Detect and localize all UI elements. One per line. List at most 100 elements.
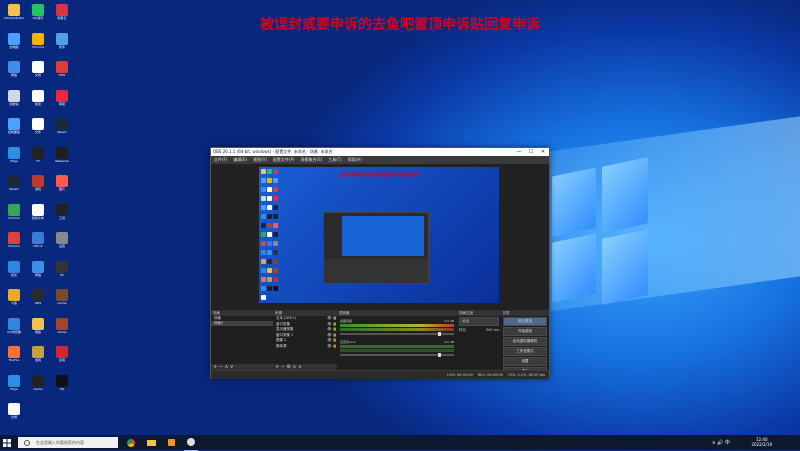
menu-tools[interactable]: 工具(T) (325, 157, 345, 163)
taskbar-obs-icon[interactable] (184, 435, 198, 451)
virtual-camera-button[interactable]: 启动虚拟摄像机 (503, 337, 547, 346)
track-level: 0.0 dB (444, 319, 454, 323)
obs-window[interactable]: OBS 26.1.1 (64-bit, windows) - 配置文件: 未命名… (210, 147, 550, 379)
menu-scene-collection[interactable]: 场景集合(S) (297, 157, 325, 163)
desktop-icon-label: 游戏 (34, 358, 41, 362)
windows-logo-wallpaper (552, 157, 648, 312)
obs-status-bar: LIVE: 00:00:00 REC: 00:00:00 CPU: 2.1%, … (211, 370, 549, 379)
menu-profile[interactable]: 配置文件(P) (270, 157, 298, 163)
maximize-button[interactable]: ☐ (525, 149, 537, 155)
desktop-icon[interactable]: 图片 (52, 175, 72, 191)
desktop-icon-label: Chrome (8, 215, 20, 220)
taskbar-chrome-icon[interactable] (124, 435, 138, 450)
desktop-icon[interactable]: 软件 (52, 32, 72, 49)
volume-slider[interactable] (340, 353, 454, 357)
menu-view[interactable]: 视图(V) (250, 157, 270, 163)
obs-title-bar[interactable]: OBS 26.1.1 (64-bit, windows) - 配置文件: 未命名… (211, 148, 549, 156)
desktop-icon[interactable]: 新建文本 (28, 203, 48, 220)
start-button[interactable] (0, 435, 14, 450)
obs-preview-area[interactable]: 被误封或要申诉的去鱼吧置顶申诉贴回复申诉 (211, 164, 549, 310)
desktop-icon[interactable]: Administrator (4, 4, 24, 20)
desktop-icon[interactable]: 文档 (4, 403, 24, 419)
preview-mini-icon (273, 259, 278, 264)
desktop-icon[interactable]: Edge (4, 374, 24, 391)
minimize-button[interactable]: — (513, 149, 525, 155)
desktop-icon-label: 文档 (34, 73, 41, 77)
desktop-icon[interactable]: Chrome (28, 32, 48, 49)
source-item[interactable]: 媒体源 👁 🔒 (273, 344, 337, 350)
desktop-icon[interactable]: 新建 (28, 89, 48, 106)
desktop-icon[interactable]: CPU-Z (28, 232, 48, 248)
desktop-icon[interactable]: TV (28, 146, 48, 163)
desktop-icon-label: 网易 (58, 101, 65, 106)
duration-input[interactable]: 300 ms (486, 328, 499, 333)
desktop-icon[interactable]: Steam (52, 118, 72, 134)
desktop-icon[interactable]: 游戏 (28, 175, 48, 191)
desktop-icon-label: CPU-Z (33, 244, 43, 248)
desktop-icon[interactable]: 网易 (52, 89, 72, 106)
scene-item-selected[interactable]: 场景2 (211, 321, 273, 326)
desktop-icon[interactable]: 斗鱼 (4, 289, 24, 305)
menu-edit[interactable]: 编辑(E) (230, 157, 250, 163)
volume-slider[interactable] (340, 332, 454, 336)
menu-help[interactable]: 帮助(H) (345, 157, 365, 163)
taskbar-search-box[interactable]: 在这里输入你要搜索的内容 (18, 437, 118, 448)
desktop-icon[interactable]: WeGame (52, 146, 72, 163)
desktop-icon[interactable]: 此电脑 (4, 32, 24, 49)
desktop-icon[interactable]: Chrome (4, 232, 24, 248)
desktop-icon-label: 网盘 (34, 329, 41, 334)
desktop-icon[interactable]: PC (52, 260, 72, 277)
desktop-icon[interactable]: Edge (4, 146, 24, 163)
system-tray-icons[interactable]: ∧ 🔊 中 (712, 439, 730, 446)
desktop-icon[interactable]: WPS (52, 61, 72, 77)
source-visibility-icons[interactable]: 👁 🔒 (327, 344, 337, 350)
taskbar-file-explorer-icon[interactable] (144, 435, 158, 450)
desktop-icon[interactable]: 网盘 (28, 317, 48, 334)
desktop-icon[interactable]: 控制面板 (4, 118, 24, 134)
desktop-icon[interactable]: Game (52, 317, 72, 334)
transition-select[interactable]: 淡出 (459, 317, 499, 326)
clock-date: 2022/2/19 (751, 442, 772, 447)
volume-slider-knob[interactable] (438, 353, 441, 357)
desktop-app-icon (8, 146, 20, 159)
preview-mini-icon (267, 196, 272, 201)
close-button[interactable]: ✕ (537, 149, 549, 155)
taskbar-app-icon[interactable] (164, 435, 178, 450)
volume-meter (340, 345, 454, 348)
desktop-icon[interactable]: OBS (28, 289, 48, 305)
preview-mini-icon (273, 205, 278, 210)
desktop-icon[interactable]: 网易云 (52, 4, 72, 20)
desktop-icon[interactable]: 工具 (52, 203, 72, 220)
desktop-icon[interactable]: Game (28, 374, 48, 391)
preview-mini-icon (273, 277, 278, 282)
desktop-icon[interactable]: 设置 (52, 232, 72, 248)
desktop-icon[interactable]: Chrome (4, 203, 24, 220)
menu-file[interactable]: 文件(F) (211, 157, 230, 163)
stop-streaming-button[interactable]: 停止推流 (503, 317, 547, 326)
desktop-icon[interactable]: 网络 (28, 260, 48, 277)
desktop-icon[interactable]: Game (52, 289, 72, 305)
desktop-icon-label: WPS (58, 73, 66, 77)
settings-button[interactable]: 设置 (503, 357, 547, 366)
desktop-icon[interactable]: QQ浏览器 (4, 317, 24, 334)
start-recording-button[interactable]: 开始录制 (503, 327, 547, 336)
desktop-icon-label: 游戏 (34, 187, 41, 191)
desktop-icon[interactable]: 网络 (4, 61, 24, 77)
desktop-icon[interactable]: 文件 (28, 118, 48, 134)
desktop-icon-label: 优化 (10, 272, 17, 277)
taskbar-clock[interactable]: 12:40 2022/2/19 (751, 437, 772, 447)
desktop-icon[interactable]: Steam (4, 175, 24, 191)
desktop-icon[interactable]: 回收站 (4, 89, 24, 106)
volume-slider-knob[interactable] (438, 332, 441, 336)
desktop-icon-label: 回收站 (9, 101, 19, 106)
obs-preview-canvas[interactable]: 被误封或要申诉的去鱼吧置顶申诉贴回复申诉 (259, 167, 499, 303)
desktop-icon-label: 文件 (34, 130, 41, 134)
desktop-icon[interactable]: QQ (52, 374, 72, 391)
studio-mode-button[interactable]: 工作室模式 (503, 347, 547, 356)
desktop-icon[interactable]: 文档 (28, 61, 48, 77)
desktop-icon[interactable]: FireFox (4, 346, 24, 362)
desktop-icon[interactable]: 游戏 (28, 346, 48, 362)
desktop-icon[interactable]: QQ音乐 (28, 4, 48, 20)
desktop-icon[interactable]: 优化 (4, 260, 24, 277)
desktop-icon[interactable]: 应用 (52, 346, 72, 362)
